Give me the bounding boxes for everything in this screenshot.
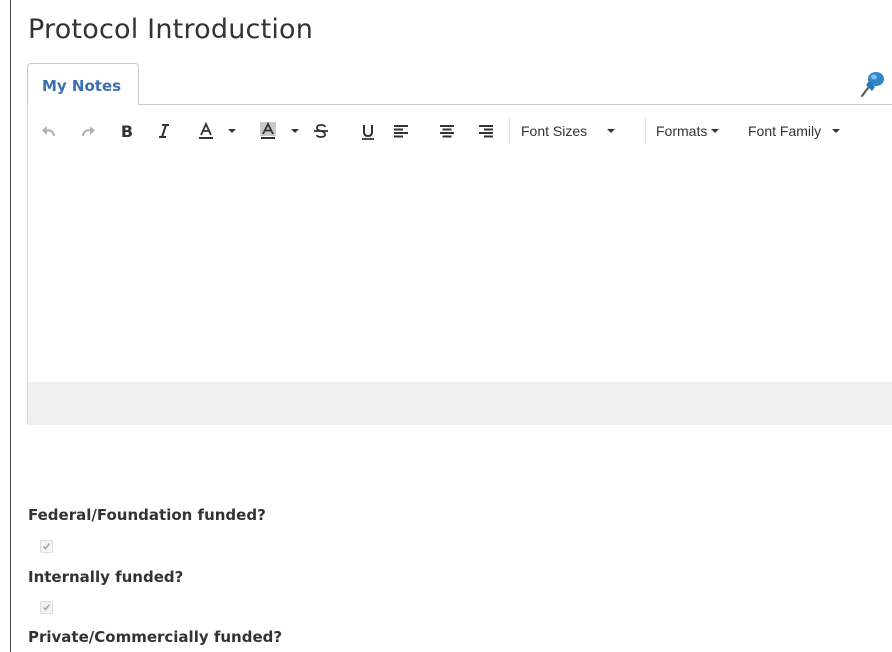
caret-down-icon xyxy=(711,129,720,133)
checkmark-icon xyxy=(42,604,51,611)
underline-button[interactable] xyxy=(356,117,380,145)
tab-my-notes[interactable]: My Notes xyxy=(27,63,139,105)
caret-down-icon xyxy=(291,129,299,133)
bold-icon: B xyxy=(121,123,133,139)
align-right-icon xyxy=(479,125,493,138)
font-family-label: Font Family xyxy=(748,123,822,139)
frame-border xyxy=(10,0,11,652)
font-sizes-label: Font Sizes xyxy=(521,123,588,139)
italic-button[interactable] xyxy=(152,117,176,145)
text-color-dropdown[interactable] xyxy=(226,117,238,145)
redo-button[interactable] xyxy=(77,117,99,145)
align-center-icon xyxy=(440,125,454,138)
undo-icon xyxy=(42,126,55,137)
text-color-button[interactable] xyxy=(194,117,218,145)
strikethrough-button[interactable] xyxy=(309,117,333,145)
align-right-button[interactable] xyxy=(474,117,498,145)
undo-button[interactable] xyxy=(38,117,60,145)
font-family-dropdown[interactable]: Font Family xyxy=(748,117,858,145)
background-color-icon xyxy=(260,122,276,139)
toolbar-separator xyxy=(645,118,646,144)
notes-editor-content[interactable] xyxy=(28,149,892,382)
toolbar-separator xyxy=(509,118,510,144)
question-private-commercially-funded: Private/Commercially funded? xyxy=(28,628,283,646)
font-sizes-dropdown[interactable]: Font Sizes xyxy=(521,117,633,145)
align-left-icon xyxy=(394,125,408,138)
redo-icon xyxy=(82,126,95,137)
question-internally-funded: Internally funded? xyxy=(28,568,184,586)
editor-toolbar: B Font Sizes Formats Font Family xyxy=(28,111,892,149)
italic-icon xyxy=(159,124,169,138)
align-left-button[interactable] xyxy=(389,117,413,145)
caret-down-icon xyxy=(832,129,841,133)
strikethrough-icon xyxy=(314,124,328,138)
background-color-dropdown[interactable] xyxy=(289,117,301,145)
internally-funded-checkbox[interactable] xyxy=(40,601,53,614)
background-color-button[interactable] xyxy=(256,117,280,145)
federal-foundation-funded-checkbox[interactable] xyxy=(40,540,53,553)
align-center-button[interactable] xyxy=(435,117,459,145)
caret-down-icon xyxy=(607,129,616,133)
svg-text:B: B xyxy=(121,123,133,139)
formats-dropdown[interactable]: Formats xyxy=(656,117,738,145)
caret-down-icon xyxy=(228,129,236,133)
page-title: Protocol Introduction xyxy=(28,14,314,45)
formats-label: Formats xyxy=(656,123,708,139)
question-federal-foundation-funded: Federal/Foundation funded? xyxy=(28,506,266,524)
checkmark-icon xyxy=(42,543,51,550)
editor-status-bar xyxy=(28,382,892,425)
bold-button[interactable]: B xyxy=(116,117,138,145)
pushpin-icon[interactable] xyxy=(858,70,888,102)
notes-editor: B Font Sizes Formats Font Family xyxy=(27,105,892,425)
underline-icon xyxy=(362,124,374,140)
text-color-icon xyxy=(199,122,213,139)
